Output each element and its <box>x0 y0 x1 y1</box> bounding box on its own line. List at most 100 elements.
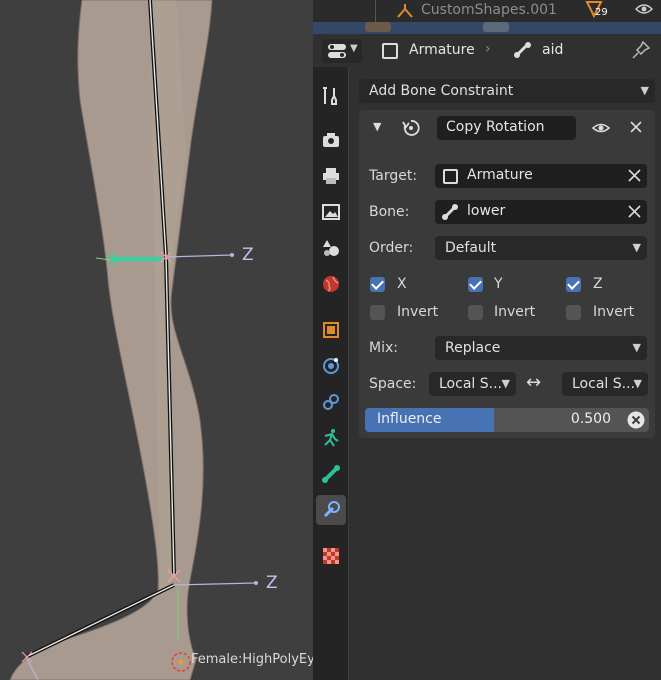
order-label: Order: <box>369 240 414 256</box>
breadcrumb-separator: › <box>485 41 491 57</box>
bone-icon <box>441 203 459 225</box>
3d-viewport[interactable]: Z Z Female:HighPolyEy <box>0 0 313 680</box>
item-count-badge: 29 <box>595 7 608 18</box>
render-tab[interactable] <box>316 125 346 155</box>
order-dropdown[interactable]: Default ▼ <box>435 236 647 260</box>
texture-tab[interactable] <box>316 541 346 571</box>
scene-tab[interactable] <box>316 233 346 263</box>
world-tab[interactable] <box>316 269 346 299</box>
mix-label: Mix: <box>369 340 398 356</box>
invert-z-label: Invert <box>593 304 635 320</box>
bone-tab[interactable] <box>316 459 346 489</box>
bone-field[interactable]: lower <box>435 200 647 224</box>
constraint-name-field[interactable]: Copy Rotation <box>437 116 576 140</box>
influence-label: Influence <box>377 411 442 427</box>
orange-square-icon <box>323 322 339 338</box>
outliner-row[interactable]: CustomShapes.001 29 <box>313 0 661 22</box>
axis-z-label: Z <box>593 276 603 292</box>
axis-z-checkbox[interactable] <box>566 277 581 292</box>
object-data-tab[interactable] <box>316 423 346 453</box>
constraint-panel: ▼ Copy Rotation Target: Armature Bone: l… <box>359 110 655 438</box>
axis-y-label: Y <box>494 276 503 292</box>
modifiers-tab[interactable] <box>316 351 346 381</box>
constraint-icon <box>483 22 509 32</box>
enable-eye-icon[interactable] <box>591 121 611 139</box>
outliner[interactable]: CustomShapes.001 29 <box>313 0 661 34</box>
camera-back-icon <box>323 133 339 147</box>
particles-tab[interactable] <box>316 387 346 417</box>
influence-value: 0.500 <box>570 411 611 427</box>
add-bone-constraint-dropdown[interactable]: Add Bone Constraint ▼ <box>359 79 655 103</box>
bone-group-icon <box>395 3 415 23</box>
order-value: Default <box>445 240 497 256</box>
target-label: Target: <box>369 168 418 184</box>
object-tab[interactable] <box>316 315 346 345</box>
pin-icon[interactable] <box>632 40 651 63</box>
close-icon <box>627 411 645 429</box>
copy-rotation-icon <box>401 118 421 142</box>
wrench-screwdriver-icon <box>323 87 337 105</box>
influence-keyframe-button[interactable] <box>623 408 649 432</box>
swap-spaces-icon[interactable]: ↔ <box>526 372 541 393</box>
clear-bone-icon[interactable] <box>628 205 641 222</box>
bone-icon <box>513 41 533 63</box>
target-field[interactable]: Armature <box>435 164 647 188</box>
delete-constraint-icon[interactable] <box>629 120 643 138</box>
object-name[interactable]: Armature <box>409 42 475 58</box>
axis-y-checkbox[interactable] <box>468 277 483 292</box>
printer-icon <box>323 168 339 184</box>
tool-tab[interactable] <box>316 81 346 111</box>
chevron-down-icon: ▼ <box>632 241 641 254</box>
mix-dropdown[interactable]: Replace ▼ <box>435 336 647 360</box>
image-icon <box>322 204 340 220</box>
axis-label-z-upper: Z <box>242 245 254 265</box>
invert-y-checkbox[interactable] <box>468 305 483 320</box>
bone-label: Bone: <box>369 204 410 220</box>
target-space-dropdown[interactable]: Local S... ▼ <box>562 372 648 396</box>
axis-x-checkbox[interactable] <box>370 277 385 292</box>
clear-target-icon[interactable] <box>628 169 641 186</box>
running-figure-icon <box>324 429 339 447</box>
view-layer-tab[interactable] <box>316 197 346 227</box>
owner-space-dropdown[interactable]: Local S... ▼ <box>429 372 516 396</box>
object-icon <box>382 43 398 59</box>
invert-x-label: Invert <box>397 304 439 320</box>
editor-type-menu[interactable]: ▼ <box>322 39 362 63</box>
bone-constraint-icon <box>323 501 340 518</box>
space-label: Space: <box>369 376 417 392</box>
object-icon <box>443 169 458 184</box>
target-value: Armature <box>467 167 533 183</box>
influence-slider[interactable]: Influence 0.500 <box>365 408 623 432</box>
physics-icon <box>323 358 339 374</box>
properties-tabs <box>313 67 348 680</box>
invert-z-checkbox[interactable] <box>566 305 581 320</box>
outliner-item-name: CustomShapes.001 <box>421 2 557 18</box>
invert-y-label: Invert <box>494 304 536 320</box>
object-name-label: Female:HighPolyEy <box>191 652 313 667</box>
invert-x-checkbox[interactable] <box>370 305 385 320</box>
collapse-triangle-icon[interactable]: ▼ <box>373 120 381 133</box>
chevron-down-icon: ▼ <box>350 43 358 54</box>
scene-icon <box>323 240 339 256</box>
target-space-value: Local S... <box>572 376 635 392</box>
bone-icon <box>322 465 340 483</box>
checker-icon <box>323 548 339 564</box>
properties-header: ▼ Armature › aid <box>313 34 661 67</box>
globe-icon <box>323 276 339 292</box>
properties-editor-icon <box>328 44 346 58</box>
constraint-ring-icon <box>323 394 339 410</box>
properties-area: Add Bone Constraint ▼ ▼ Copy Rotation Ta… <box>349 67 661 680</box>
add-bone-constraint-label: Add Bone Constraint <box>369 83 514 99</box>
bone-constraints-tab[interactable] <box>316 495 346 525</box>
chevron-down-icon: ▼ <box>633 377 642 390</box>
owner-space-value: Local S... <box>439 376 502 392</box>
mix-value: Replace <box>445 340 501 356</box>
tree-line <box>375 0 376 22</box>
visibility-eye-icon[interactable] <box>634 1 654 21</box>
armature-icon <box>365 22 391 32</box>
bone-name[interactable]: aid <box>542 42 563 58</box>
output-tab[interactable] <box>316 161 346 191</box>
axis-label-z-lower: Z <box>266 573 278 593</box>
chevron-down-icon: ▼ <box>632 341 641 354</box>
outliner-row-selected[interactable] <box>313 22 661 34</box>
